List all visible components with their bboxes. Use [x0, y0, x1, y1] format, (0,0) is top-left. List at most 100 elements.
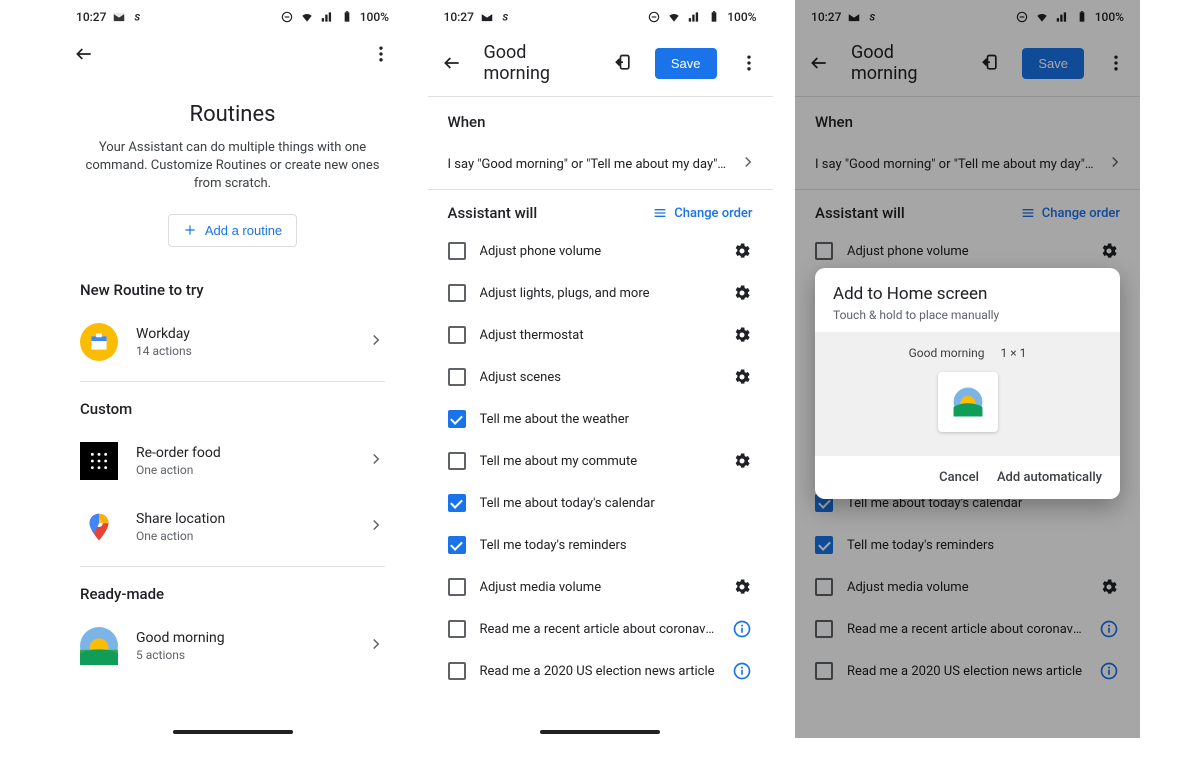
nav-indicator[interactable] — [173, 730, 293, 734]
action-checkbox[interactable] — [448, 242, 466, 260]
more-icon[interactable] — [369, 42, 393, 66]
back-icon[interactable] — [807, 51, 831, 75]
routine-name: Workday — [136, 326, 349, 342]
action-item: Adjust thermostat — [428, 314, 773, 356]
gmail-icon — [480, 10, 494, 24]
routines-subtitle: Your Assistant can do multiple things wi… — [84, 139, 381, 194]
good-morning-icon — [80, 627, 118, 665]
chevron-right-icon — [367, 331, 385, 353]
action-checkbox[interactable] — [448, 284, 466, 302]
routines-hero: Routines Your Assistant can do multiple … — [60, 78, 405, 263]
phone-routine-dialog: 10:27 S 100% Good morning Save When I sa… — [795, 0, 1140, 738]
chevron-right-icon — [1106, 153, 1124, 175]
action-label: Adjust media volume — [847, 580, 1084, 595]
app-bar: Good morning Save — [428, 30, 773, 96]
add-routine-label: Add a routine — [205, 223, 282, 238]
action-item: Tell me about my commute — [428, 440, 773, 482]
action-item: Adjust phone volume — [428, 230, 773, 272]
routine-name: Re-order food — [136, 445, 349, 461]
action-checkbox[interactable] — [448, 410, 466, 428]
section-custom-header: Custom — [60, 382, 405, 428]
battery-icon — [1075, 10, 1089, 24]
wifi-icon — [667, 10, 681, 24]
page-title: Good morning — [851, 42, 958, 84]
action-label: Adjust phone volume — [847, 244, 1084, 259]
change-order-label: Change order — [674, 206, 752, 221]
dnd-icon — [280, 10, 294, 24]
when-row[interactable]: I say "Good morning" or "Tell me about m… — [795, 139, 1140, 189]
routine-good-morning[interactable]: Good morning 5 actions — [60, 613, 405, 679]
add-to-home-dialog: Add to Home screen Touch & hold to place… — [815, 268, 1120, 499]
info-icon[interactable] — [731, 660, 753, 682]
action-checkbox[interactable] — [815, 536, 833, 554]
dnd-icon — [647, 10, 661, 24]
change-order-button[interactable]: Change order — [1020, 205, 1120, 221]
back-icon[interactable] — [440, 51, 464, 75]
action-checkbox[interactable] — [448, 368, 466, 386]
info-icon[interactable] — [1098, 618, 1120, 640]
when-header: When — [428, 97, 773, 139]
action-label: Adjust scenes — [480, 370, 717, 385]
action-item: Adjust lights, plugs, and more — [428, 272, 773, 314]
gear-icon[interactable] — [731, 240, 753, 262]
when-row[interactable]: I say "Good morning" or "Tell me about m… — [428, 139, 773, 189]
more-icon[interactable] — [1104, 51, 1128, 75]
routine-name: Good morning — [136, 630, 349, 646]
app-icon: S — [132, 10, 146, 24]
app-icon: S — [867, 10, 881, 24]
action-checkbox[interactable] — [815, 578, 833, 596]
info-icon[interactable] — [731, 618, 753, 640]
gear-icon[interactable] — [731, 324, 753, 346]
add-to-home-icon[interactable] — [611, 51, 635, 75]
action-label: Tell me about my commute — [480, 454, 717, 469]
gear-icon[interactable] — [1098, 576, 1120, 598]
gear-icon[interactable] — [731, 366, 753, 388]
save-button[interactable]: Save — [1022, 48, 1084, 79]
nav-indicator[interactable] — [540, 730, 660, 734]
status-time: 10:27 — [444, 10, 474, 24]
dialog-confirm-button[interactable]: Add automatically — [997, 470, 1102, 485]
gear-icon[interactable] — [731, 576, 753, 598]
action-checkbox[interactable] — [448, 494, 466, 512]
action-checkbox[interactable] — [448, 662, 466, 680]
chevron-right-icon — [739, 153, 757, 175]
action-checkbox[interactable] — [448, 578, 466, 596]
routine-sub: One action — [136, 463, 349, 477]
phone-routine-detail: 10:27 S 100% Good morning Save When I sa… — [428, 0, 773, 738]
routine-share-location[interactable]: Share location One action — [60, 494, 405, 560]
add-routine-button[interactable]: Add a routine — [168, 214, 297, 247]
action-label: Read me a recent article about coronavir… — [480, 622, 717, 637]
dialog-cancel-button[interactable]: Cancel — [939, 470, 979, 485]
more-icon[interactable] — [737, 51, 761, 75]
assist-header: Assistant will Change order — [428, 190, 773, 230]
back-icon[interactable] — [72, 42, 96, 66]
dialog-preview[interactable]: Good morning 1 × 1 — [815, 332, 1120, 456]
add-to-home-icon[interactable] — [978, 51, 1002, 75]
gear-icon[interactable] — [731, 450, 753, 472]
action-checkbox[interactable] — [448, 620, 466, 638]
preview-tile — [938, 372, 998, 432]
change-order-button[interactable]: Change order — [652, 205, 752, 221]
action-label: Read me a 2020 US election news article — [847, 664, 1084, 679]
wifi-icon — [300, 10, 314, 24]
preview-size: 1 × 1 — [1001, 346, 1027, 360]
gear-icon[interactable] — [731, 282, 753, 304]
action-item: Adjust media volume — [428, 566, 773, 608]
action-checkbox[interactable] — [815, 662, 833, 680]
wifi-icon — [1035, 10, 1049, 24]
action-checkbox[interactable] — [815, 620, 833, 638]
action-checkbox[interactable] — [448, 452, 466, 470]
action-checkbox[interactable] — [448, 536, 466, 554]
battery-percent: 100% — [360, 10, 389, 24]
action-checkbox[interactable] — [815, 242, 833, 260]
when-header: When — [795, 97, 1140, 139]
routine-workday[interactable]: Workday 14 actions — [60, 309, 405, 375]
action-checkbox[interactable] — [448, 326, 466, 344]
gear-icon[interactable] — [1098, 240, 1120, 262]
info-icon[interactable] — [1098, 660, 1120, 682]
routine-reorder-food[interactable]: Re-order food One action — [60, 428, 405, 494]
workday-icon — [80, 323, 118, 361]
app-icon: S — [500, 10, 514, 24]
spacer — [731, 534, 753, 556]
save-button[interactable]: Save — [655, 48, 717, 79]
